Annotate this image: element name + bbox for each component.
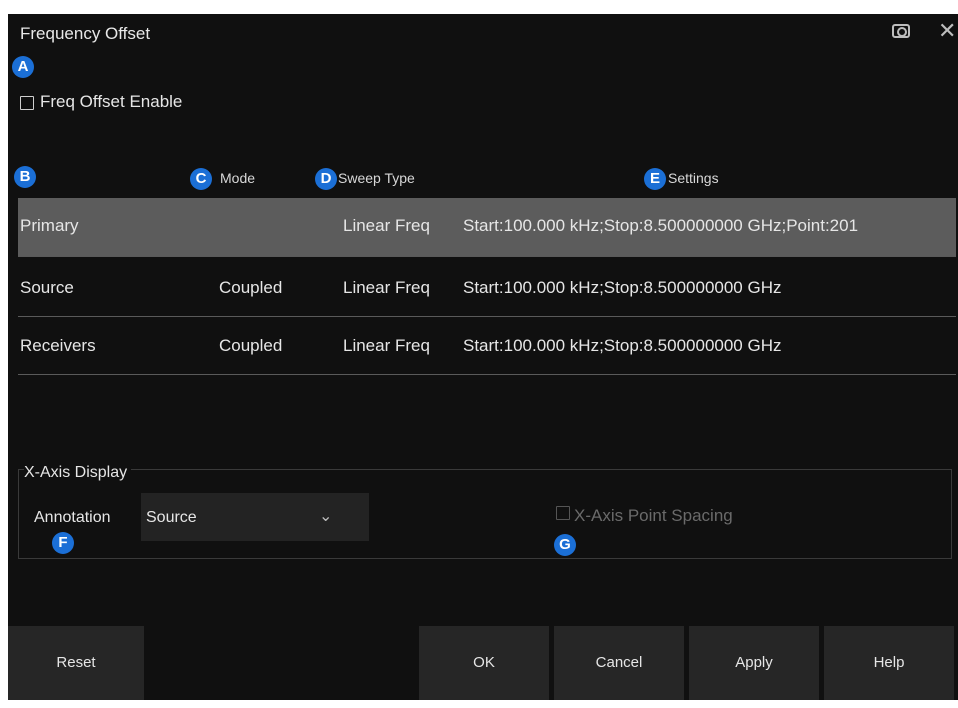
ok-button[interactable]: OK [419, 626, 549, 700]
callout-badge-d: D [315, 168, 337, 190]
camera-icon[interactable] [892, 24, 910, 38]
row-divider [18, 374, 956, 375]
freq-offset-enable-checkbox[interactable] [20, 96, 34, 110]
row-mode: Coupled [219, 278, 283, 297]
column-header-mode: Mode [220, 170, 256, 186]
x-axis-point-spacing-label: X-Axis Point Spacing [574, 506, 733, 525]
dialog-title: Frequency Offset [20, 24, 151, 43]
row-sweep-type: Linear Freq [343, 336, 430, 355]
chevron-down-icon: ⌄ [319, 508, 333, 525]
row-name: Receivers [20, 336, 96, 355]
callout-badge-f: F [52, 532, 74, 554]
row-name: Primary [20, 216, 79, 235]
table-row-primary[interactable]: Primary Linear Freq Start:100.000 kHz;St… [18, 198, 956, 256]
row-sweep-type: Linear Freq [343, 278, 430, 297]
apply-button[interactable]: Apply [689, 626, 819, 700]
column-header-settings: Settings [668, 170, 719, 186]
x-axis-point-spacing-checkbox[interactable] [556, 506, 570, 520]
callout-badge-e: E [644, 168, 666, 190]
reset-button[interactable]: Reset [8, 626, 144, 700]
row-divider [18, 316, 956, 317]
row-name: Source [20, 278, 74, 297]
annotation-select[interactable]: Source ⌄ [141, 493, 369, 541]
annotation-label: Annotation [34, 509, 111, 526]
freq-offset-enable-label: Freq Offset Enable [40, 92, 183, 111]
column-header-sweep-type: Sweep Type [338, 170, 415, 186]
callout-badge-g: G [554, 534, 576, 556]
row-settings: Start:100.000 kHz;Stop:8.500000000 GHz [463, 278, 782, 297]
callout-badge-c: C [190, 168, 212, 190]
frequency-offset-dialog: Frequency Offset ✕ A Freq Offset Enable … [8, 14, 958, 700]
table-row-receivers[interactable]: Receivers Coupled Linear Freq Start:100.… [18, 318, 956, 376]
callout-badge-b: B [14, 166, 36, 188]
row-divider [18, 256, 956, 257]
x-axis-display-title: X-Axis Display [24, 464, 132, 482]
cancel-button[interactable]: Cancel [554, 626, 684, 700]
row-settings: Start:100.000 kHz;Stop:8.500000000 GHz [463, 336, 782, 355]
callout-badge-a: A [12, 56, 34, 78]
row-sweep-type: Linear Freq [343, 216, 430, 235]
annotation-select-value: Source [146, 509, 197, 526]
row-settings: Start:100.000 kHz;Stop:8.500000000 GHz;P… [463, 216, 859, 235]
table-row-source[interactable]: Source Coupled Linear Freq Start:100.000… [18, 260, 956, 318]
help-button[interactable]: Help [824, 626, 954, 700]
close-icon[interactable]: ✕ [938, 18, 956, 44]
row-mode: Coupled [219, 336, 283, 355]
